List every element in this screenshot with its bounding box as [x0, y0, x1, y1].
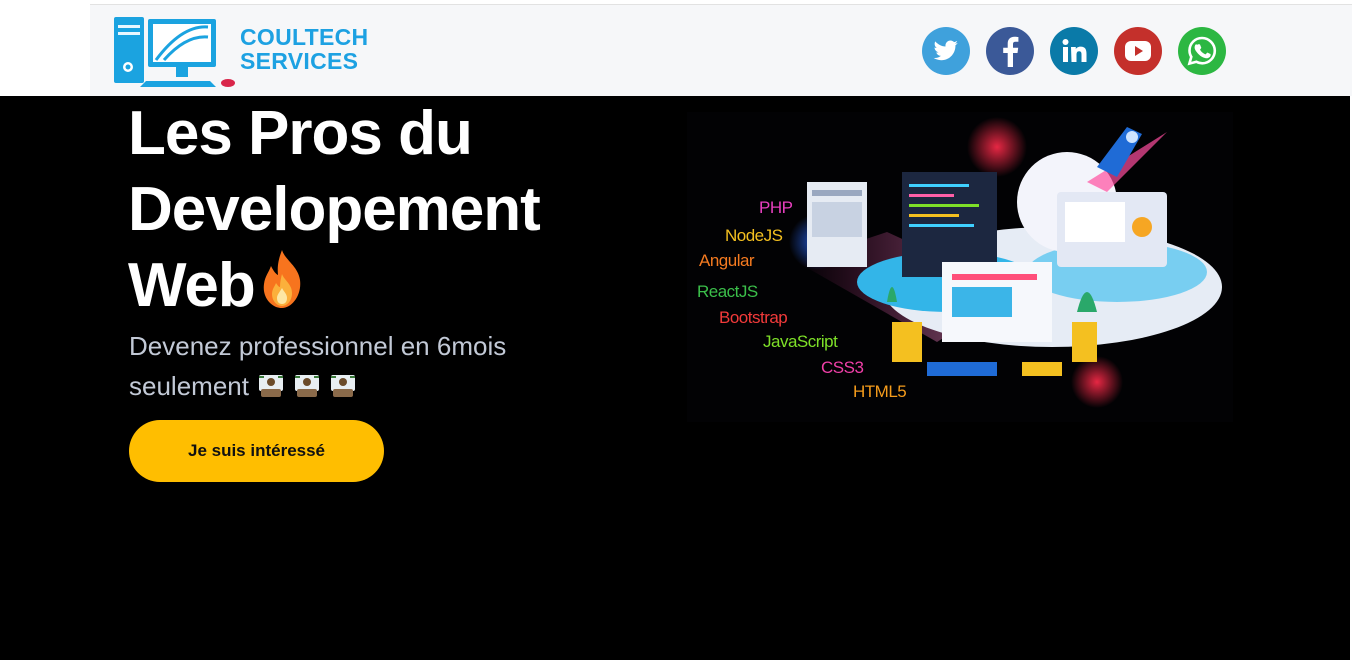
- technologist-icon: [293, 370, 321, 397]
- illustration-artwork: [789, 117, 1222, 408]
- web-development-illustration: PHP NodeJS Angular ReactJS Bootstrap Jav…: [687, 112, 1233, 422]
- tech-label-html5: HTML5: [853, 382, 907, 401]
- technologist-icon: [329, 370, 357, 397]
- twitter-link[interactable]: [922, 27, 970, 75]
- tech-label-php: PHP: [759, 198, 793, 217]
- hero-subtitle-line-2: seulement: [129, 371, 249, 401]
- hero-title: Les Pros du Developement Web: [128, 96, 648, 330]
- hero-subtitle-line-1: Devenez professionnel en 6mois: [129, 331, 507, 361]
- social-links: [922, 27, 1226, 75]
- tech-label-nodejs: NodeJS: [725, 226, 783, 245]
- hero-title-line-1: Les Pros du: [128, 99, 473, 168]
- tech-label-css3: CSS3: [821, 358, 864, 377]
- whatsapp-link[interactable]: [1178, 27, 1226, 75]
- logo-text: COULTECH SERVICES: [240, 25, 368, 73]
- tech-label-bootstrap: Bootstrap: [719, 308, 788, 327]
- logo-line-2: SERVICES: [240, 48, 359, 74]
- whatsapp-icon: [1187, 36, 1217, 66]
- site-header: COULTECH SERVICES: [90, 4, 1352, 97]
- technologist-icon: [257, 370, 285, 397]
- logo-line-1: COULTECH: [240, 24, 369, 50]
- hero-title-line-2: Developement: [128, 175, 541, 244]
- fire-icon: [255, 248, 309, 330]
- interested-button[interactable]: Je suis intéressé: [129, 420, 384, 482]
- coultech-logo[interactable]: COULTECH SERVICES: [112, 15, 382, 91]
- twitter-icon: [933, 40, 958, 61]
- hero-subtitle: Devenez professionnel en 6mois seulement: [129, 326, 599, 406]
- linkedin-link[interactable]: [1050, 27, 1098, 75]
- hero-title-line-3: Web: [128, 251, 256, 320]
- linkedin-icon: [1062, 39, 1087, 62]
- tech-label-javascript: JavaScript: [763, 332, 838, 351]
- computer-logo-icon: [114, 17, 235, 87]
- tech-label-reactjs: ReactJS: [697, 282, 758, 301]
- youtube-link[interactable]: [1114, 27, 1162, 75]
- facebook-icon: [1003, 36, 1019, 67]
- facebook-link[interactable]: [986, 27, 1034, 75]
- tech-label-angular: Angular: [699, 251, 755, 270]
- youtube-icon: [1125, 41, 1151, 61]
